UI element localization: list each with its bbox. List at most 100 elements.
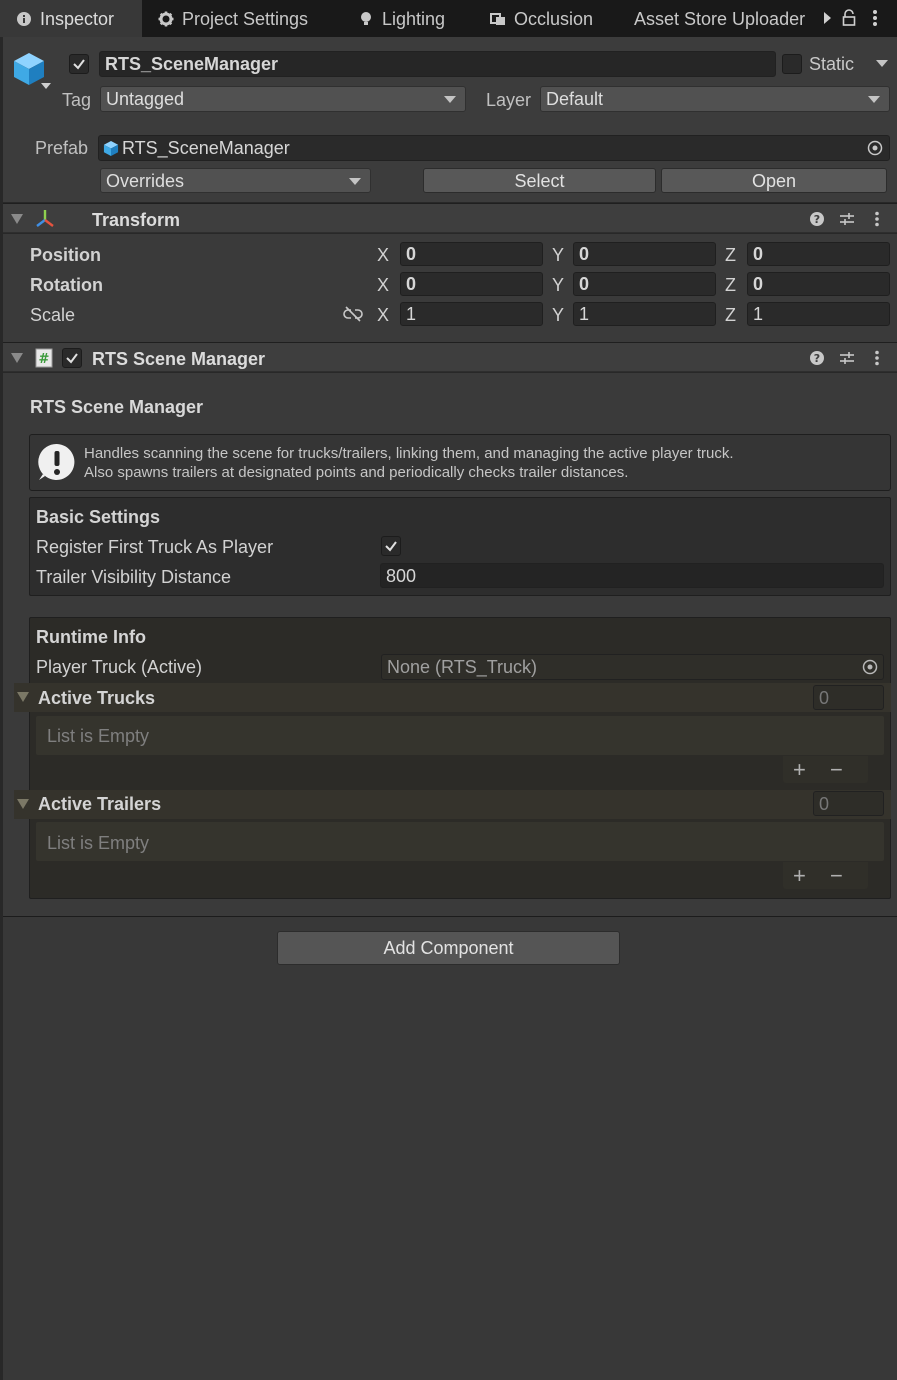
- position-z-field[interactable]: 0: [747, 242, 890, 266]
- field-value: 0: [579, 274, 590, 294]
- tab-project-settings[interactable]: Project Settings: [158, 0, 308, 37]
- foldout-arrow-icon[interactable]: [11, 214, 23, 224]
- active-trucks-label: Active Trucks: [38, 688, 156, 708]
- active-trucks-count[interactable]: 0: [813, 685, 884, 710]
- axis-x-label: X: [377, 245, 390, 265]
- object-picker-icon[interactable]: [867, 140, 883, 156]
- active-trailers-count[interactable]: 0: [813, 791, 884, 816]
- remove-element-button[interactable]: −: [830, 865, 843, 887]
- axis-y-label: Y: [552, 305, 565, 325]
- field-value: 0: [579, 244, 590, 264]
- presets-icon[interactable]: [839, 350, 855, 366]
- tab-overflow-arrow-icon[interactable]: [824, 12, 831, 24]
- field-value: 800: [386, 565, 417, 586]
- prefab-field[interactable]: RTS_SceneManager: [98, 135, 890, 161]
- static-label: Static: [809, 54, 855, 74]
- field-value: 0: [406, 244, 417, 264]
- svg-text:#: #: [39, 352, 50, 367]
- tab-asset-store-uploader[interactable]: Asset Store Uploader: [634, 0, 805, 37]
- select-label: Select: [514, 170, 565, 191]
- rotation-x-field[interactable]: 0: [400, 272, 543, 296]
- scale-label: Scale: [30, 305, 76, 325]
- scale-y-field[interactable]: 1: [573, 302, 716, 326]
- tab-lighting[interactable]: Lighting: [358, 0, 445, 37]
- tag-value: Untagged: [106, 89, 185, 109]
- field-value: 1: [579, 304, 590, 324]
- object-name-input[interactable]: RTS_SceneManager: [99, 51, 776, 77]
- component-enabled-checkbox[interactable]: [62, 348, 82, 368]
- foldout-arrow-icon[interactable]: [17, 799, 29, 809]
- add-element-button[interactable]: +: [793, 759, 806, 781]
- prefab-cube-icon: [103, 140, 119, 156]
- trailer-visibility-distance-input[interactable]: 800: [380, 563, 884, 588]
- component-menu-icon[interactable]: [874, 350, 880, 366]
- register-first-truck-checkbox[interactable]: [381, 536, 401, 556]
- axis-y-label: Y: [552, 245, 565, 265]
- tab-inspector[interactable]: Inspector: [0, 0, 142, 37]
- active-checkbox[interactable]: [69, 54, 89, 74]
- chevron-down-icon: [444, 96, 456, 103]
- lock-icon[interactable]: [842, 9, 856, 27]
- tag-dropdown[interactable]: Untagged: [100, 86, 466, 112]
- player-truck-label: Player Truck (Active): [36, 657, 203, 677]
- presets-icon[interactable]: [839, 211, 855, 227]
- icon-dropdown-caret-icon[interactable]: [41, 83, 51, 89]
- svg-text:?: ?: [814, 352, 820, 365]
- field-value: 0: [753, 244, 764, 264]
- active-trailers-list: [36, 822, 884, 861]
- foldout-arrow-icon[interactable]: [11, 353, 23, 363]
- active-trucks-list: [36, 716, 884, 755]
- tab-label: Project Settings: [182, 8, 309, 29]
- bulb-icon: [361, 11, 371, 25]
- info-warning-icon: [38, 443, 75, 480]
- script-icon: #: [35, 348, 53, 368]
- position-y-field[interactable]: 0: [573, 242, 716, 266]
- checkmark-icon: [73, 59, 85, 70]
- static-dropdown-caret-icon[interactable]: [876, 60, 888, 67]
- static-checkbox[interactable]: [782, 54, 802, 74]
- tab-occlusion[interactable]: Occlusion: [490, 0, 593, 37]
- axis-z-label: Z: [725, 305, 736, 325]
- help-icon[interactable]: ?: [809, 350, 825, 366]
- object-name-text: RTS_SceneManager: [105, 54, 279, 74]
- object-picker-icon[interactable]: [862, 659, 878, 675]
- section-title: RTS Scene Manager: [30, 397, 204, 417]
- layer-value: Default: [546, 89, 604, 109]
- tab-bar: Inspector Project Settings Lighting Occl…: [0, 0, 897, 37]
- field-value: 0: [406, 274, 417, 294]
- transform-title: Transform: [92, 210, 181, 230]
- checkmark-icon: [385, 541, 397, 552]
- prefab-label: Prefab: [35, 138, 89, 158]
- kebab-menu-icon[interactable]: [872, 9, 878, 27]
- empty-list-label: List is Empty: [47, 726, 150, 746]
- checkmark-icon: [66, 353, 78, 364]
- empty-list-label: List is Empty: [47, 833, 150, 853]
- add-element-button[interactable]: +: [793, 865, 806, 887]
- overrides-label: Overrides: [106, 170, 185, 191]
- remove-element-button[interactable]: −: [830, 759, 843, 781]
- component-menu-icon[interactable]: [874, 211, 880, 227]
- field-value: None (RTS_Truck): [387, 657, 538, 677]
- add-component-button[interactable]: Add Component: [277, 931, 620, 965]
- prefab-select-button[interactable]: Select: [423, 168, 656, 193]
- rotation-y-field[interactable]: 0: [573, 272, 716, 296]
- scale-z-field[interactable]: 1: [747, 302, 890, 326]
- tab-label: Asset Store Uploader: [634, 8, 806, 29]
- tag-label: Tag: [62, 90, 92, 110]
- overrides-dropdown[interactable]: Overrides: [100, 168, 371, 193]
- runtime-info-title: Runtime Info: [36, 627, 146, 647]
- help-icon[interactable]: ?: [809, 211, 825, 227]
- axis-y-label: Y: [552, 275, 565, 295]
- rotation-z-field[interactable]: 0: [747, 272, 890, 296]
- foldout-arrow-icon[interactable]: [17, 692, 29, 702]
- tab-label: Lighting: [382, 8, 446, 29]
- prefab-open-button[interactable]: Open: [661, 168, 887, 193]
- field-value: 0: [819, 793, 830, 814]
- tab-label: Occlusion: [514, 8, 594, 29]
- constrain-proportions-icon[interactable]: [343, 306, 363, 322]
- scale-x-field[interactable]: 1: [400, 302, 543, 326]
- layer-dropdown[interactable]: Default: [540, 86, 890, 112]
- trailer-visibility-distance-label: Trailer Visibility Distance: [36, 567, 232, 587]
- player-truck-field[interactable]: None (RTS_Truck): [381, 654, 884, 680]
- position-x-field[interactable]: 0: [400, 242, 543, 266]
